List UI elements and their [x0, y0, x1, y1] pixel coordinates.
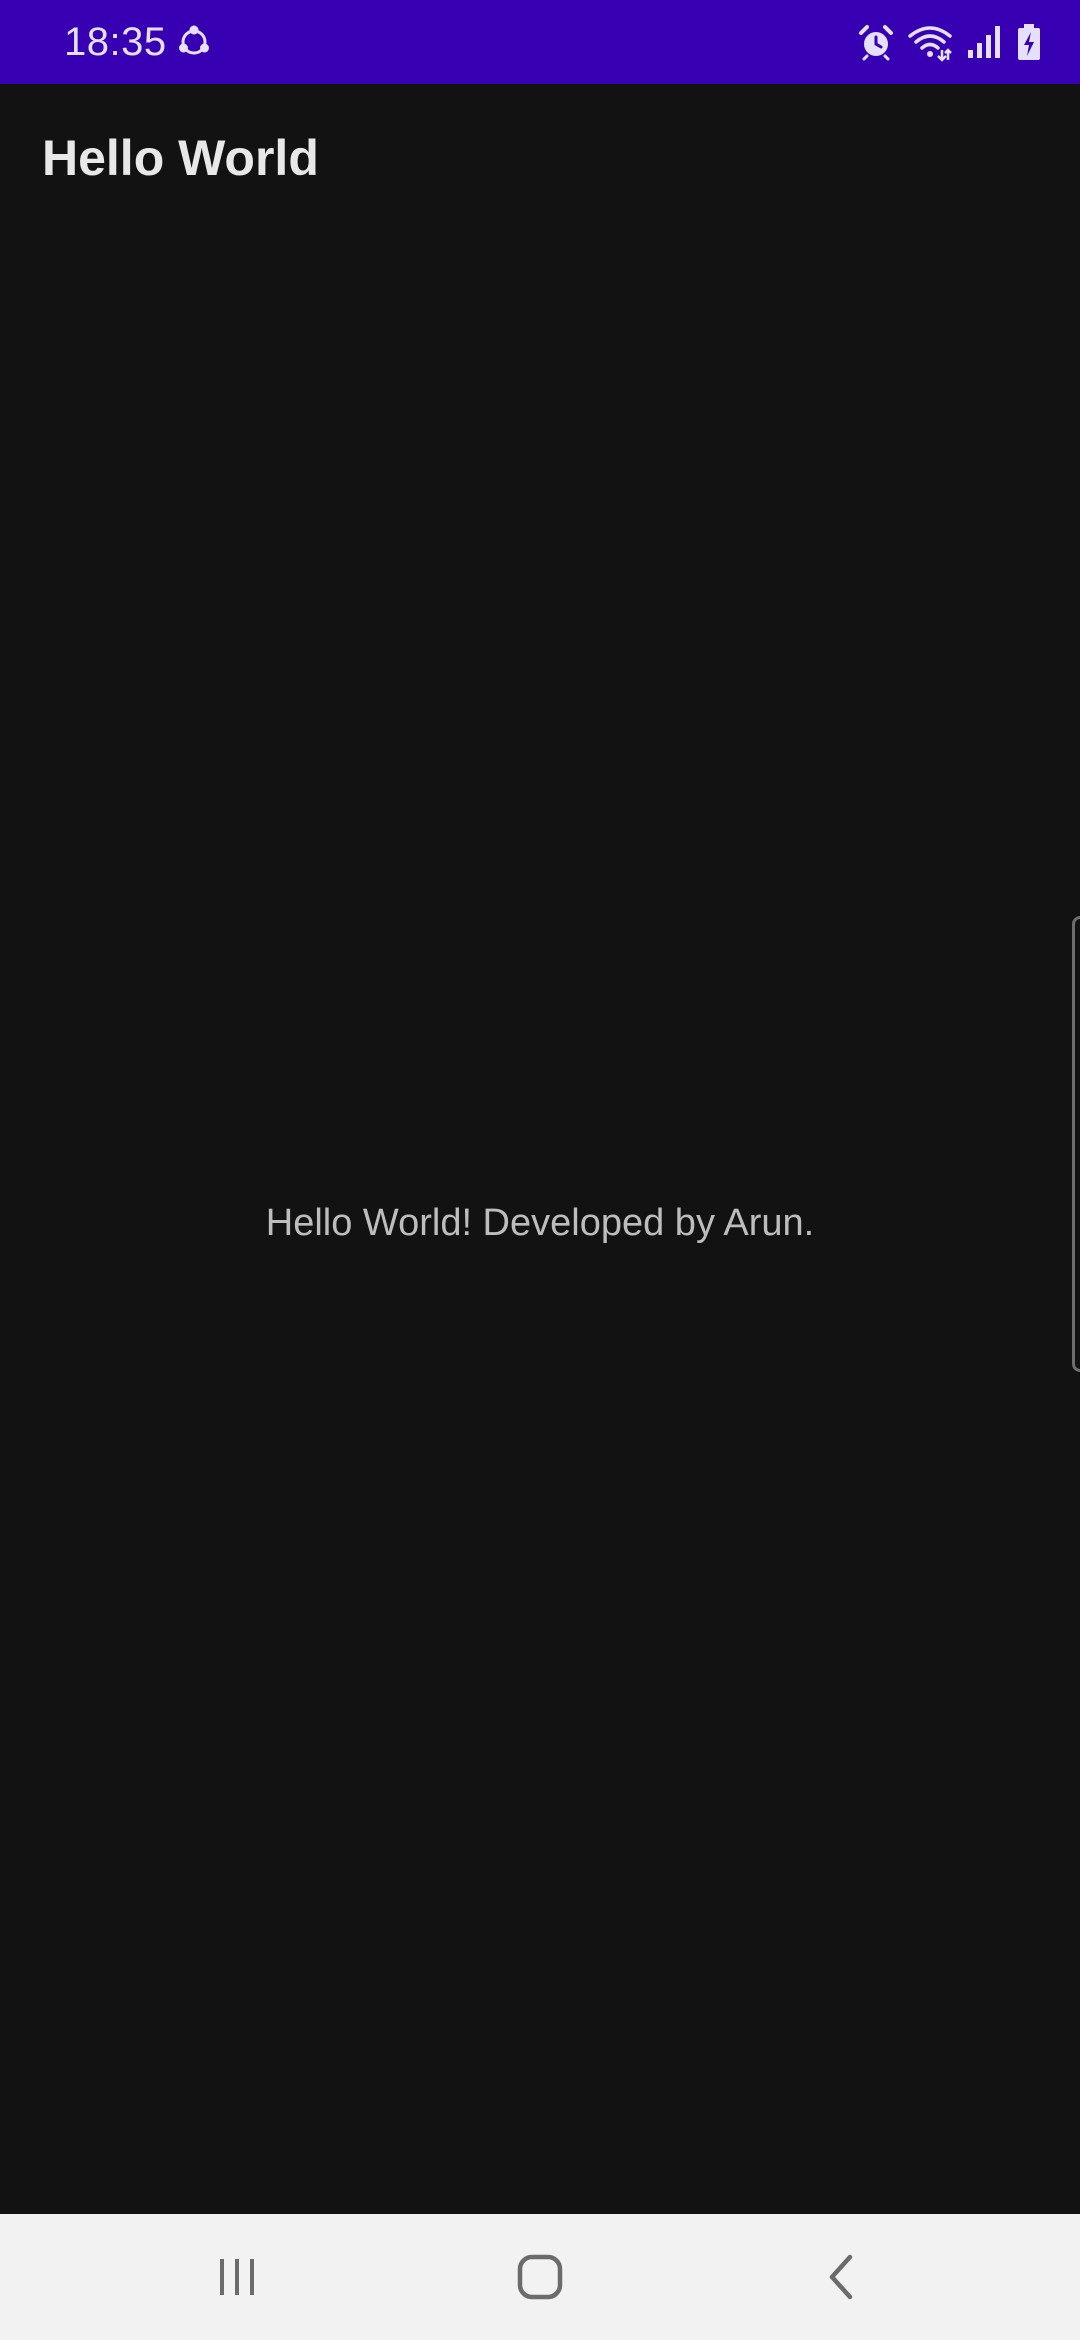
status-icons [856, 20, 1042, 64]
back-icon [829, 2254, 853, 2300]
recents-button[interactable] [177, 2232, 297, 2322]
back-button[interactable] [782, 2232, 902, 2322]
navigation-bar [0, 2214, 1080, 2340]
status-bar: 18:35 [0, 0, 1080, 84]
status-time: 18:35 [64, 20, 167, 64]
recents-icon [220, 2259, 254, 2295]
alarm-icon [859, 25, 893, 61]
main-content: Hello World! Developed by Arun. [0, 234, 1080, 2214]
signal-icon [968, 26, 1000, 58]
hello-message: Hello World! Developed by Arun. [265, 1202, 815, 1244]
battery-charging-icon [1018, 24, 1040, 60]
edge-panel-handle[interactable] [1072, 916, 1080, 1372]
sync-icon [179, 25, 209, 55]
wifi-icon [908, 26, 952, 62]
app-bar: Hello World [0, 84, 1080, 234]
app-title: Hello World [42, 130, 319, 186]
home-button[interactable] [480, 2232, 600, 2322]
phone-screen: 18:35 Hello World Hello World! Developed… [0, 0, 1080, 2340]
home-icon [517, 2254, 563, 2300]
